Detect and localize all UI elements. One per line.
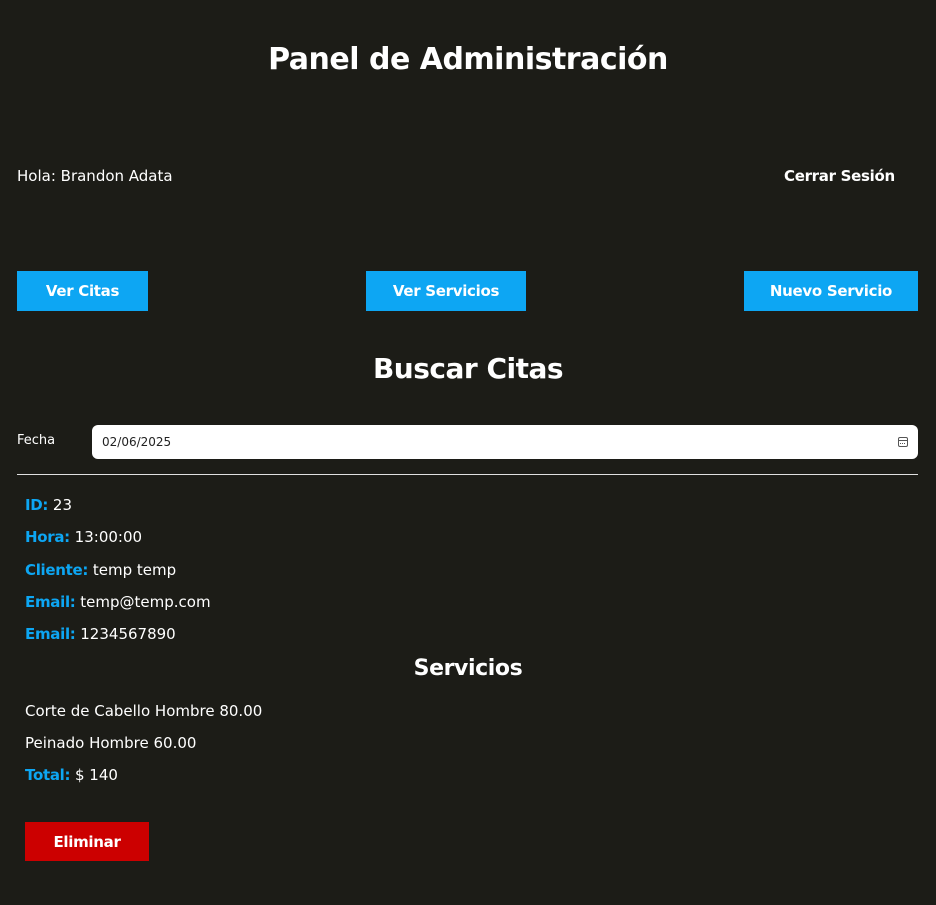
ver-citas-button[interactable]: Ver Citas: [17, 271, 148, 311]
date-value: 02/06/2025: [102, 435, 172, 449]
appointment-client: Cliente: temp temp: [25, 561, 176, 579]
user-greeting: Hola: Brandon Adata: [17, 167, 173, 185]
phone-label: Email:: [25, 625, 76, 643]
services-title: Servicios: [413, 656, 523, 681]
id-value: 23: [52, 496, 73, 514]
appointment-email: Email: temp@temp.com: [25, 593, 211, 611]
date-input[interactable]: 02/06/2025: [92, 425, 918, 459]
user-name: Brandon Adata: [60, 167, 173, 185]
date-label: Fecha: [17, 433, 56, 448]
search-title: Buscar Citas: [372, 352, 564, 385]
total-value: $ 140: [74, 766, 118, 784]
appointment-id: ID: 23: [25, 496, 72, 514]
divider: [17, 474, 918, 475]
phone-value: 1234567890: [80, 625, 176, 643]
logout-link[interactable]: Cerrar Sesión: [784, 167, 895, 185]
id-label: ID:: [25, 496, 49, 514]
delete-button[interactable]: Eliminar: [25, 822, 149, 861]
greeting-label: Hola:: [17, 167, 56, 185]
calendar-icon[interactable]: [898, 437, 908, 447]
cliente-value: temp temp: [92, 561, 177, 579]
cliente-label: Cliente:: [25, 561, 89, 579]
email-value: temp@temp.com: [80, 593, 211, 611]
service-item: Corte de Cabello Hombre 80.00: [25, 702, 263, 720]
appointment-total: Total: $ 140: [25, 766, 118, 784]
nuevo-servicio-button[interactable]: Nuevo Servicio: [744, 271, 918, 311]
ver-servicios-button[interactable]: Ver Servicios: [366, 271, 526, 311]
email-label: Email:: [25, 593, 76, 611]
service-item: Peinado Hombre 60.00: [25, 734, 197, 752]
hora-value: 13:00:00: [74, 528, 143, 546]
page-title: Panel de Administración: [268, 42, 668, 77]
appointment-phone: Email: 1234567890: [25, 625, 176, 643]
total-label: Total:: [25, 766, 71, 784]
appointment-time: Hora: 13:00:00: [25, 528, 142, 546]
hora-label: Hora:: [25, 528, 70, 546]
